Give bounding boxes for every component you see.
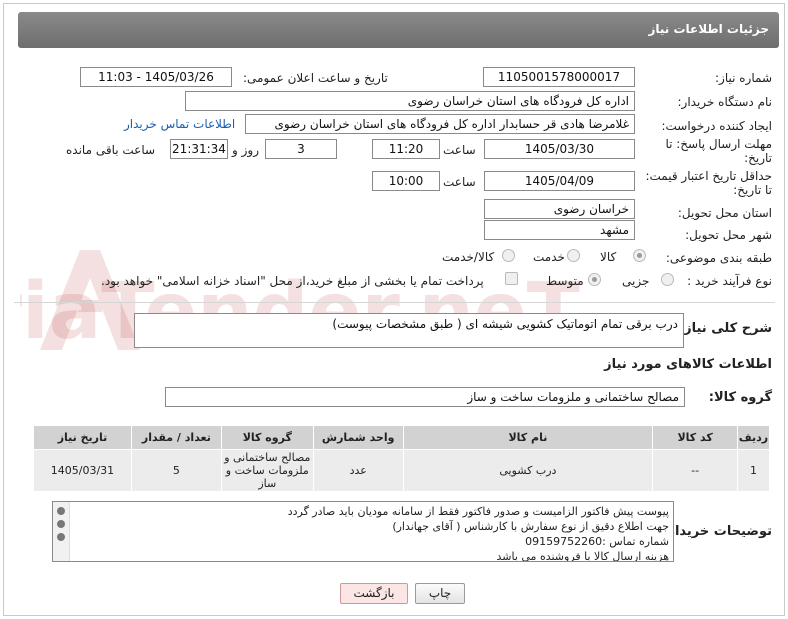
category-radio-goods[interactable] [633,249,646,262]
divider [14,302,775,303]
days-label: روز و [232,143,259,157]
goods-info-title: اطلاعات کالاهای مورد نیاز [604,357,772,372]
scroll-dot-icon[interactable] [57,507,65,515]
category-radio-service[interactable] [567,249,580,262]
deadline-time-label: ساعت [443,143,476,157]
col-header-name: نام کالا [402,425,654,450]
buyer-notes-line: پیوست پیش فاکتور الزامیست و صدور فاکتور … [287,505,669,518]
announce-date-field: 1405/03/26 - 11:03 [80,67,232,87]
validity-label-date: تا تاریخ: [733,183,772,197]
category-label: طبقه بندی موضوعی: [665,251,772,265]
buyer-contact-link[interactable]: اطلاعات تماس خریدار [124,117,235,131]
summary-textarea: درب برقی تمام اتوماتیک کشویی شیشه ای ( ط… [134,313,684,348]
validity-label: حداقل تاریخ اعتبار قیمت: [645,169,772,183]
scroll-dot-icon[interactable] [57,533,65,541]
validity-time-label: ساعت [443,175,476,189]
category-radio-goods-service[interactable] [502,249,515,262]
cell-date: 1405/03/31 [33,449,132,492]
buyer-notes-line: هزینه ارسال کالا با فروشنده می باشد [496,550,669,562]
col-header-row: ردیف [737,425,770,450]
province-label: استان محل تحویل: [677,206,772,220]
buyer-notes-line: جهت اطلاع دقیق از نوع سفارش با کارشناس (… [392,520,669,533]
process-option-medium: متوسط [546,274,584,288]
validity-date-field: 1405/04/09 [484,171,635,191]
city-field: مشهد [484,220,635,240]
cell-row: 1 [737,449,770,492]
announce-label: تاریخ و ساعت اعلان عمومی: [243,71,388,85]
buyer-notes-textarea: پیوست پیش فاکتور الزامیست و صدور فاکتور … [52,501,674,562]
cell-group: مصالح ساختمانی و ملزومات ساخت و ساز [220,449,314,492]
days-remaining-field: 3 [265,139,337,159]
items-table: ردیف کد کالا نام کالا واحد شمارش گروه کا… [33,425,770,492]
buyer-notes-label: توضیحات خریدار: [662,524,772,539]
back-button[interactable]: بازگشت [340,583,408,604]
print-button[interactable]: چاپ [415,583,465,604]
buyer-org-label: نام دستگاه خریدار: [677,95,773,109]
items-table-header: ردیف کد کالا نام کالا واحد شمارش گروه کا… [33,425,770,450]
remaining-label: ساعت باقی مانده [66,143,156,157]
summary-label: شرح کلی نیاز: [678,321,772,336]
creator-field: غلامرضا هادی قر حسابدار اداره کل فرودگاه… [245,114,635,134]
buyer-notes-scrollbar[interactable] [53,502,70,561]
cell-unit: عدد [312,449,404,492]
province-field: خراسان رضوی [484,199,635,219]
process-radio-medium[interactable] [588,273,601,286]
deadline-time-field: 11:20 [372,139,440,159]
cell-code: -- [652,449,739,492]
remaining-time-field: 21:31:34 [170,139,228,159]
col-header-qty: تعداد / مقدار [130,425,222,450]
category-option-goods: کالا [600,250,617,264]
table-row: 1 -- درب کشویی عدد مصالح ساختمانی و ملزو… [33,449,770,492]
page-title: جزئیات اطلاعات نیاز [648,22,769,36]
col-header-code: کد کالا [652,425,739,450]
process-label: نوع فرآیند خرید : [687,274,772,288]
treasury-payment-note: پرداخت تمام یا بخشی از مبلغ خرید،از محل … [101,274,484,288]
deadline-date-field: 1405/03/30 [484,139,635,159]
category-option-goods-service: کالا/خدمت [442,250,495,264]
cell-name: درب کشویی [402,449,654,492]
need-number-field: 1105001578000017 [483,67,635,87]
col-header-date: تاریخ نیاز [33,425,132,450]
goods-group-field: مصالح ساختمانی و ملزومات ساخت و ساز [165,387,685,407]
deadline-label: مهلت ارسال پاسخ: تا [665,137,772,151]
deadline-label-date: تاریخ: [744,151,772,165]
col-header-group: گروه کالا [220,425,314,450]
scroll-dot-icon[interactable] [57,520,65,528]
cell-qty: 5 [130,449,222,492]
buyer-notes-line: شماره تماس :09159752260 [525,535,669,548]
validity-time-field: 10:00 [372,171,440,191]
page-header: جزئیات اطلاعات نیاز [18,12,779,48]
process-option-minor: جزیی [622,274,650,288]
process-radio-minor[interactable] [661,273,674,286]
category-option-service: خدمت [533,250,565,264]
creator-label: ایجاد کننده درخواست: [661,119,772,133]
buyer-org-field: اداره کل فرودگاه های استان خراسان رضوی [185,91,635,111]
goods-group-label: گروه کالا: [708,390,772,405]
need-number-label: شماره نیاز: [715,71,772,85]
col-header-unit: واحد شمارش [312,425,404,450]
city-label: شهر محل تحویل: [685,228,772,242]
treasury-payment-checkbox[interactable] [505,272,518,285]
